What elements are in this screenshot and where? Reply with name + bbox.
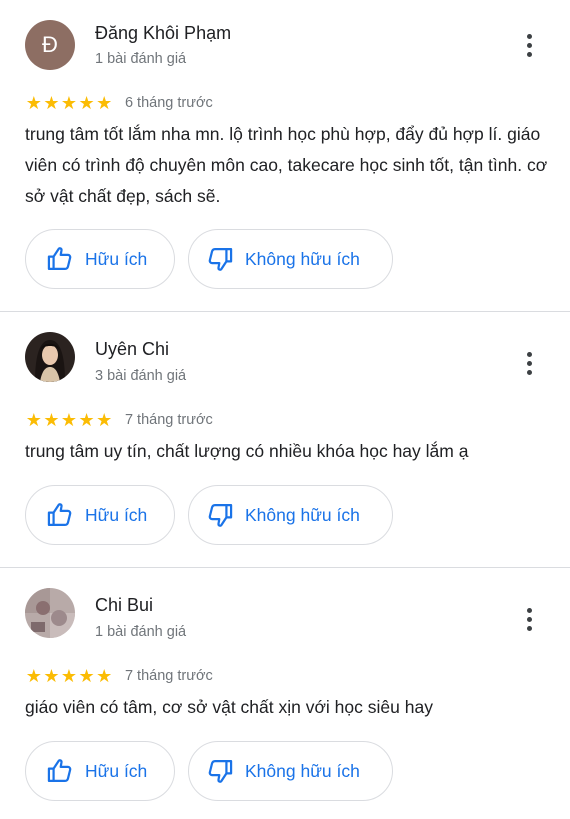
star-icon: ★: [60, 666, 78, 686]
reviewer-name[interactable]: Uyên Chi: [95, 339, 169, 360]
star-icon: ★: [78, 93, 95, 113]
star-icon: ★: [96, 666, 113, 686]
review-time: 7 tháng trước: [124, 412, 213, 428]
star-icon: ★: [43, 93, 60, 113]
review-time: 7 tháng trước: [124, 668, 213, 684]
thumb-down-icon: [208, 503, 233, 527]
star-icon: ★: [25, 410, 42, 430]
review-count: 1 bài đánh giá: [95, 624, 187, 640]
helpful-label: Hữu ích: [85, 760, 148, 781]
review-text: giáo viên có tâm, cơ sở vật chất xịn với…: [25, 697, 433, 717]
star-icon: ★: [25, 93, 42, 113]
review-text: trung tâm tốt lắm nha mn. lộ trình học p…: [25, 124, 548, 206]
not-helpful-button[interactable]: Không hữu ích: [188, 741, 393, 801]
thumb-up-icon: [47, 247, 72, 271]
star-icon: ★: [96, 93, 113, 113]
not-helpful-label: Không hữu ích: [245, 504, 360, 525]
helpful-button[interactable]: Hữu ích: [25, 229, 175, 289]
not-helpful-button[interactable]: Không hữu ích: [188, 485, 393, 545]
helpful-button[interactable]: Hữu ích: [25, 485, 175, 545]
more-options-icon[interactable]: [526, 608, 532, 634]
star-icon: ★: [78, 410, 95, 430]
star-icon: ★: [25, 666, 42, 686]
more-options-icon[interactable]: [526, 352, 532, 378]
star-icon: ★: [96, 410, 113, 430]
star-rating: ★ ★ ★ ★ ★: [25, 93, 113, 113]
star-icon: ★: [60, 93, 78, 113]
review-actions: Hữu ích Không hữu ích: [25, 485, 393, 545]
thumb-up-icon: [47, 503, 72, 527]
rating-row: ★ ★ ★ ★ ★ 6 tháng trước: [25, 93, 213, 113]
star-rating: ★ ★ ★ ★ ★: [25, 666, 113, 686]
star-icon: ★: [78, 666, 95, 686]
more-options-icon[interactable]: [526, 34, 532, 60]
review-text: trung tâm uy tín, chất lượng có nhiều kh…: [25, 441, 469, 461]
rating-row: ★ ★ ★ ★ ★ 7 tháng trước: [25, 666, 213, 686]
helpful-button[interactable]: Hữu ích: [25, 741, 175, 801]
star-icon: ★: [60, 410, 78, 430]
not-helpful-label: Không hữu ích: [245, 760, 360, 781]
review-count: 3 bài đánh giá: [95, 368, 187, 384]
rating-row: ★ ★ ★ ★ ★ 7 tháng trước: [25, 410, 213, 430]
thumb-down-icon: [208, 759, 233, 783]
profile-photo: [25, 588, 75, 638]
star-rating: ★ ★ ★ ★ ★: [25, 410, 113, 430]
avatar[interactable]: [25, 332, 75, 382]
review-time: 6 tháng trước: [124, 95, 213, 111]
not-helpful-button[interactable]: Không hữu ích: [188, 229, 393, 289]
review-actions: Hữu ích Không hữu ích: [25, 229, 393, 289]
reviewer-name[interactable]: Đăng Khôi Phạm: [95, 23, 231, 44]
review-actions: Hữu ích Không hữu ích: [25, 741, 393, 801]
helpful-label: Hữu ích: [85, 504, 148, 525]
profile-photo: [25, 332, 75, 382]
thumb-up-icon: [47, 759, 72, 783]
thumb-down-icon: [208, 247, 233, 271]
star-icon: ★: [43, 410, 60, 430]
helpful-label: Hữu ích: [85, 248, 148, 269]
star-icon: ★: [43, 666, 60, 686]
avatar[interactable]: Đ: [25, 20, 75, 70]
review-card: Uyên Chi 3 bài đánh giá ★ ★ ★ ★ ★ 7 tháng tr…: [0, 312, 570, 567]
review-card: Đ Đăng Khôi Phạm 1 bài đánh giá ★ ★ ★ ★ ★ 6 …: [0, 0, 570, 311]
review-card: Chi Bui 1 bài đánh giá ★ ★ ★ ★ ★ 7 tháng trư…: [0, 568, 570, 819]
review-count: 1 bài đánh giá: [95, 51, 187, 67]
avatar[interactable]: [25, 588, 75, 638]
reviewer-name[interactable]: Chi Bui: [95, 595, 153, 616]
not-helpful-label: Không hữu ích: [245, 248, 360, 269]
